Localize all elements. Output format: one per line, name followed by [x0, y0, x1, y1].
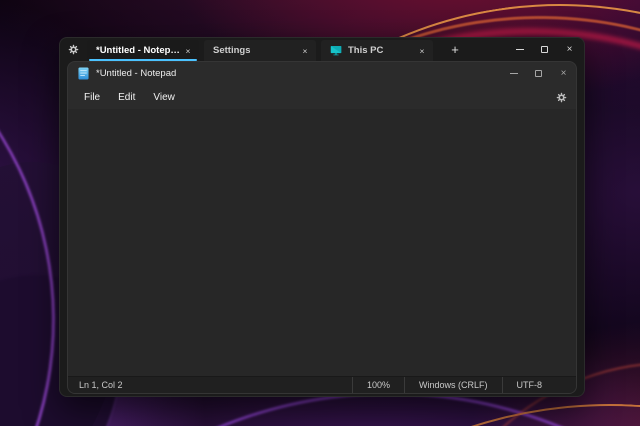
encoding: UTF-8 — [501, 377, 577, 393]
tab-close-button[interactable]: × — [415, 44, 429, 58]
new-tab-button[interactable]: + — [444, 38, 466, 61]
tab-bar[interactable]: *Untitled - Notepad × Settings × This PC — [60, 38, 584, 61]
menu-edit[interactable]: Edit — [109, 89, 144, 106]
notepad-close-button[interactable]: × — [551, 62, 576, 85]
tab-host-window: *Untitled - Notepad × Settings × This PC — [59, 37, 585, 397]
maximize-icon — [541, 46, 548, 53]
maximize-button[interactable] — [532, 38, 557, 61]
tab-bar-settings-button[interactable] — [60, 38, 87, 61]
maximize-icon — [535, 70, 542, 77]
minimize-icon — [509, 73, 518, 74]
cursor-position: Ln 1, Col 2 — [79, 380, 123, 390]
notepad-icon — [78, 67, 89, 80]
gear-icon — [556, 92, 567, 102]
notepad-menubar: File Edit View — [68, 85, 576, 109]
status-bar: Ln 1, Col 2 100% Windows (CRLF) UTF-8 — [68, 376, 576, 393]
notepad-settings-button[interactable] — [556, 92, 567, 103]
notepad-window-controls: × — [501, 62, 576, 85]
menu-view[interactable]: View — [144, 89, 184, 106]
desktop: *Untitled - Notepad × Settings × This PC — [0, 0, 640, 426]
tab-label: *Untitled - Notepad — [96, 45, 182, 56]
tab-close-button[interactable]: × — [298, 44, 312, 58]
tab-this-pc[interactable]: This PC × — [321, 40, 433, 61]
line-ending: Windows (CRLF) — [403, 377, 502, 393]
notepad-minimize-button[interactable] — [501, 62, 526, 85]
tab-label: Settings — [213, 45, 251, 56]
minimize-icon — [515, 49, 524, 50]
close-button[interactable]: × — [557, 38, 582, 61]
status-bar-right: 100% Windows (CRLF) UTF-8 — [351, 377, 577, 393]
notepad-title: *Untitled - Notepad — [96, 68, 177, 79]
tab-settings[interactable]: Settings × — [204, 40, 316, 61]
notepad-maximize-button[interactable] — [526, 62, 551, 85]
zoom-level: 100% — [351, 377, 404, 393]
text-editor-area[interactable] — [68, 109, 576, 376]
menu-file[interactable]: File — [75, 89, 109, 106]
tab-close-button[interactable]: × — [181, 44, 195, 58]
notepad-window: *Untitled - Notepad × File Edit View Ln … — [67, 61, 577, 394]
window-controls: × — [507, 38, 582, 61]
tab-untitled-notepad[interactable]: *Untitled - Notepad × — [87, 40, 199, 61]
notepad-titlebar[interactable]: *Untitled - Notepad × — [68, 62, 576, 85]
monitor-icon — [330, 45, 342, 56]
tab-label: This PC — [348, 45, 384, 56]
gear-icon — [68, 44, 79, 55]
minimize-button[interactable] — [507, 38, 532, 61]
